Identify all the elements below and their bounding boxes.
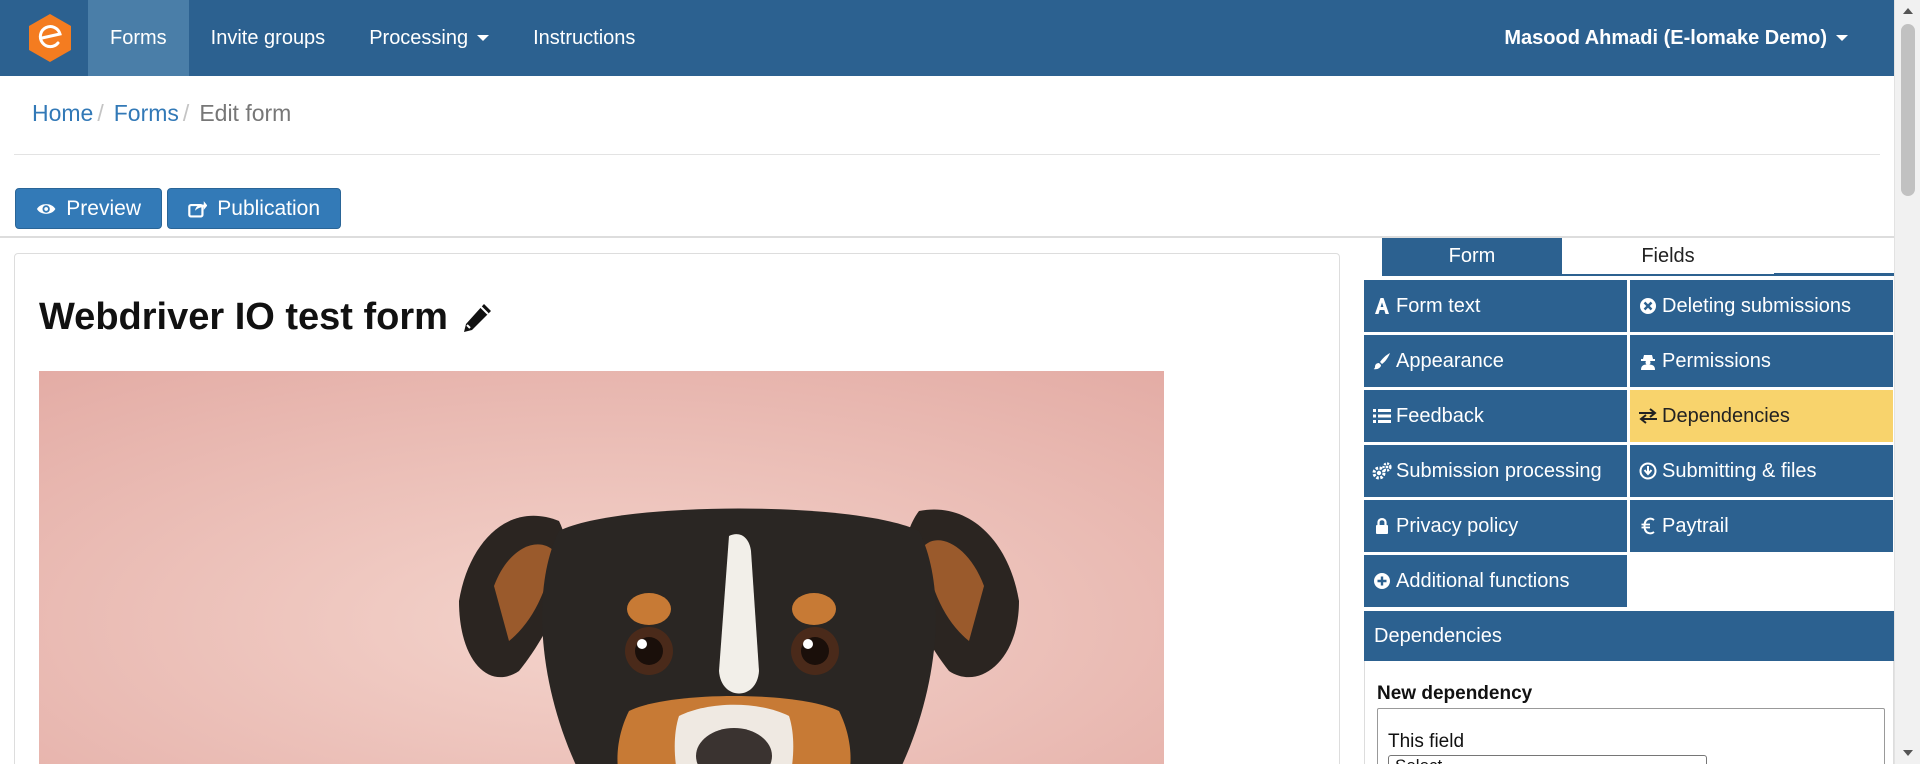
new-dependency-box: This field Select...: [1377, 708, 1885, 764]
new-dependency-heading: New dependency: [1377, 683, 1533, 704]
dog-photo: [39, 371, 1164, 764]
this-field-select[interactable]: Select...: [1388, 755, 1707, 764]
nav-invite-groups-label: Invite groups: [210, 26, 326, 49]
page-scrollbar[interactable]: [1894, 0, 1920, 764]
breadcrumb-home[interactable]: Home: [32, 100, 93, 127]
menu-form-text-label: Form text: [1396, 294, 1481, 317]
menu-form-text[interactable]: Form text: [1364, 280, 1627, 332]
times-circle-icon: [1638, 296, 1658, 316]
dependencies-header-label: Dependencies: [1374, 624, 1502, 647]
breadcrumb-separator: /: [182, 100, 190, 126]
menu-appearance-label: Appearance: [1396, 349, 1504, 372]
settings-sidebar: Form Fields Form text Deleting submissio…: [1364, 238, 1894, 764]
nav-processing[interactable]: Processing: [347, 0, 511, 76]
download-circle-icon: [1638, 461, 1658, 481]
tab-fields-label: Fields: [1641, 244, 1695, 267]
eye-icon: [36, 203, 56, 214]
menu-submitting-files[interactable]: Submitting & files: [1630, 445, 1893, 497]
user-menu[interactable]: Masood Ahmadi (E-lomake Demo): [1504, 0, 1848, 76]
lock-icon: [1372, 516, 1392, 536]
scroll-down-arrow-icon[interactable]: [1903, 750, 1913, 756]
menu-privacy-policy[interactable]: Privacy policy: [1364, 500, 1627, 552]
user-name: Masood Ahmadi (E-lomake Demo): [1504, 26, 1827, 49]
form-preview-panel: Webdriver IO test form: [14, 253, 1340, 764]
menu-deleting-submissions-label: Deleting submissions: [1662, 294, 1851, 317]
breadcrumb-current: Edit form: [199, 100, 292, 126]
preview-button[interactable]: Preview: [15, 188, 162, 229]
logo-icon: [29, 14, 71, 62]
top-navbar: Forms Invite groups Processing Instructi…: [0, 0, 1894, 76]
menu-privacy-policy-label: Privacy policy: [1396, 514, 1519, 537]
menu-submitting-files-label: Submitting & files: [1662, 459, 1817, 482]
scroll-up-arrow-icon[interactable]: [1903, 8, 1913, 14]
breadcrumb: Home / Forms / Edit form: [32, 100, 291, 127]
sidebar-tabs: Form Fields: [1382, 238, 1894, 276]
nav-processing-label: Processing: [369, 26, 469, 49]
plus-circle-icon: [1372, 571, 1392, 591]
nav-forms-label: Forms: [110, 26, 167, 49]
preview-label: Preview: [66, 196, 141, 220]
nav-instructions-label: Instructions: [533, 26, 636, 49]
page: Forms Invite groups Processing Instructi…: [0, 0, 1920, 764]
dependencies-panel-body: New dependency This field Select...: [1364, 661, 1894, 764]
tab-fields[interactable]: Fields: [1562, 238, 1774, 274]
list-icon: [1372, 406, 1392, 426]
menu-paytrail-label: Paytrail: [1662, 514, 1729, 537]
chevron-down-icon: [477, 35, 490, 41]
nav-invite-groups[interactable]: Invite groups: [189, 0, 348, 76]
menu-additional-functions-label: Additional functions: [1396, 569, 1570, 592]
nav-instructions[interactable]: Instructions: [511, 0, 657, 76]
brush-icon: [1372, 351, 1392, 371]
exchange-icon: [1638, 406, 1658, 426]
cogs-icon: [1372, 461, 1392, 481]
chevron-down-icon: [1836, 35, 1848, 41]
menu-dependencies[interactable]: Dependencies: [1630, 390, 1893, 442]
menu-submission-processing[interactable]: Submission processing: [1364, 445, 1627, 497]
menu-feedback-label: Feedback: [1396, 404, 1484, 427]
menu-dependencies-label: Dependencies: [1662, 404, 1790, 427]
menu-submission-processing-label: Submission processing: [1396, 459, 1602, 482]
scrollbar-thumb[interactable]: [1901, 24, 1915, 196]
menu-permissions[interactable]: Permissions: [1630, 335, 1893, 387]
user-secret-icon: [1638, 351, 1658, 371]
menu-appearance[interactable]: Appearance: [1364, 335, 1627, 387]
menu-permissions-label: Permissions: [1662, 349, 1771, 372]
publication-button[interactable]: Publication: [167, 188, 341, 229]
publication-label: Publication: [217, 196, 320, 220]
breadcrumb-forms[interactable]: Forms: [114, 100, 179, 127]
menu-feedback[interactable]: Feedback: [1364, 390, 1627, 442]
breadcrumb-separator: /: [97, 100, 104, 126]
form-header-image: [39, 371, 1164, 764]
menu-additional-functions[interactable]: Additional functions: [1364, 555, 1627, 607]
tab-form-label: Form: [1448, 244, 1496, 267]
form-title-text[interactable]: Webdriver IO test form: [39, 296, 448, 339]
share-square-icon: [188, 200, 208, 218]
tab-form[interactable]: Form: [1382, 238, 1562, 274]
menu-paytrail[interactable]: Paytrail: [1630, 500, 1893, 552]
nav-forms[interactable]: Forms: [88, 0, 189, 76]
divider: [14, 154, 1880, 155]
pencil-icon[interactable]: [460, 301, 494, 335]
this-field-select-value: Select...: [1395, 756, 1456, 764]
font-icon: [1372, 296, 1392, 316]
menu-deleting-submissions[interactable]: Deleting submissions: [1630, 280, 1893, 332]
form-title: Webdriver IO test form: [39, 296, 494, 339]
dependencies-panel-header: Dependencies: [1364, 611, 1894, 661]
app-logo[interactable]: [12, 0, 88, 76]
this-field-label: This field: [1388, 731, 1465, 752]
euro-icon: [1638, 516, 1658, 536]
